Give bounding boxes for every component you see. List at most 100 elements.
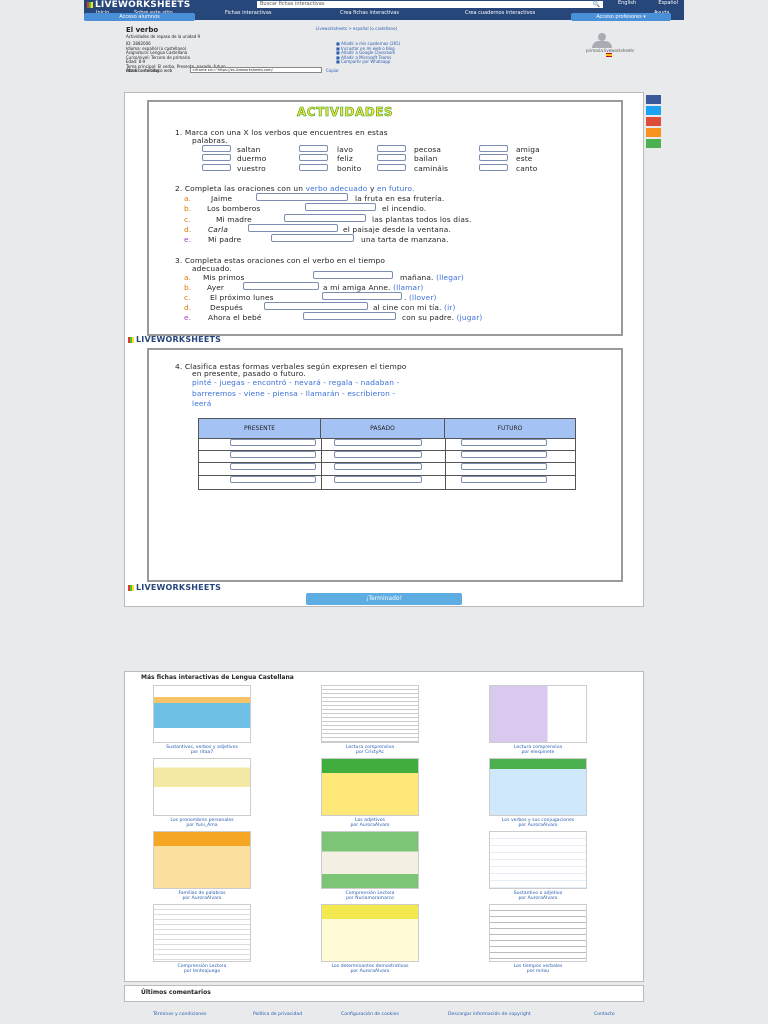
- checkbox-pecosa[interactable]: [377, 145, 406, 152]
- menu-create[interactable]: Crea fichas interactivas: [340, 9, 399, 18]
- item-letter: e.: [184, 235, 192, 244]
- worksheet-thumbnail[interactable]: [153, 904, 251, 962]
- worksheet-thumbnail[interactable]: [153, 685, 251, 743]
- answer-input[interactable]: [334, 451, 422, 458]
- answer-input[interactable]: [271, 234, 354, 242]
- worksheet-caption[interactable]: Los pronombres personales por Yuni_Ama: [142, 818, 262, 828]
- worksheet-caption[interactable]: Sustantivos, verbos y adjetivos por ritaa…: [142, 745, 262, 755]
- answer-input[interactable]: [230, 476, 316, 483]
- sentence-end: mañana. (llegar): [400, 273, 464, 282]
- worksheet-thumbnail[interactable]: [489, 831, 587, 889]
- question-4-cont: en presente, pasado o futuro.: [192, 369, 306, 378]
- worksheet-thumbnail[interactable]: [489, 904, 587, 962]
- embed-code-input[interactable]: <iframe src="https://es.liveworksheets.c…: [190, 67, 322, 73]
- site-logo[interactable]: LIVEWORKSHEETS: [87, 1, 190, 10]
- answer-input[interactable]: [230, 439, 316, 446]
- table-header-past: PASADO: [321, 419, 445, 438]
- menu-notebooks[interactable]: Crea cuadernos interactivos: [465, 9, 535, 18]
- item-letter: a.: [184, 273, 192, 282]
- worksheet-thumbnail[interactable]: [321, 758, 419, 816]
- checkbox-bonito[interactable]: [299, 164, 328, 171]
- answer-input[interactable]: [284, 214, 366, 222]
- finish-button[interactable]: ¡Terminado!: [306, 593, 462, 605]
- answer-input[interactable]: [313, 271, 393, 279]
- breadcrumb[interactable]: Liveworksheets > español (o castellano): [316, 26, 397, 31]
- answer-input[interactable]: [461, 476, 547, 483]
- answer-input[interactable]: [256, 193, 348, 201]
- verb-list: pinté - juegas - encontró - nevará - reg…: [192, 378, 400, 387]
- answer-input[interactable]: [461, 451, 547, 458]
- footer-contact[interactable]: Contacto: [594, 1012, 615, 1017]
- answer-input[interactable]: [305, 203, 376, 211]
- worksheet-caption[interactable]: Los determinantes demostrativos por Auror…: [310, 964, 430, 974]
- answer-input[interactable]: [334, 439, 422, 446]
- answer-input[interactable]: [461, 463, 547, 470]
- footer-terms[interactable]: Términos y condiciones: [153, 1012, 206, 1017]
- checkbox-este[interactable]: [479, 154, 508, 161]
- student-access-button[interactable]: Acceso alumnos: [84, 13, 195, 21]
- question-2: 2. Completa las oraciones con un verbo a…: [175, 184, 415, 193]
- menu-worksheets[interactable]: Fichas interactivas: [225, 9, 272, 18]
- checkbox-bailan[interactable]: [377, 154, 406, 161]
- worksheet-thumbnail[interactable]: [321, 904, 419, 962]
- answer-input[interactable]: [322, 292, 402, 300]
- checkbox-lavo[interactable]: [299, 145, 328, 152]
- twitter-icon[interactable]: [646, 106, 661, 115]
- answer-input[interactable]: [334, 463, 422, 470]
- checkbox-saltan[interactable]: [202, 145, 231, 152]
- sentence-start: Mi padre: [208, 235, 242, 244]
- google-plus-icon[interactable]: [646, 117, 661, 126]
- answer-input[interactable]: [230, 451, 316, 458]
- share-whatsapp[interactable]: ■ Compartir por Whatsapp: [336, 60, 400, 65]
- worksheet-thumbnail[interactable]: [321, 685, 419, 743]
- worksheet-caption[interactable]: Los adjetivos por AuroraAlvaro: [310, 818, 430, 828]
- worksheet-thumbnail[interactable]: [489, 685, 587, 743]
- avatar[interactable]: [592, 33, 612, 48]
- checkbox-vuestro[interactable]: [202, 164, 231, 171]
- item-letter: b.: [184, 283, 192, 292]
- worksheet-caption[interactable]: Sustantivo o adjetivo por AuroraAlvaro: [478, 891, 598, 901]
- footer-privacy[interactable]: Política de privacidad: [253, 1012, 302, 1017]
- answer-input[interactable]: [303, 312, 396, 320]
- worksheet-caption[interactable]: Familias de palabras por AuroraAlvaro: [142, 891, 262, 901]
- answer-input[interactable]: [461, 439, 547, 446]
- worksheet-caption[interactable]: Los verbos y sus conjugaciones por Aurora…: [478, 818, 598, 828]
- language-spanish[interactable]: Español: [658, 0, 678, 6]
- checkbox-amiga[interactable]: [479, 145, 508, 152]
- copy-button[interactable]: Copiar: [326, 68, 339, 73]
- item-letter: d.: [184, 303, 192, 312]
- word-label: este: [516, 154, 533, 163]
- social-buttons: [646, 95, 661, 150]
- question-1-cont: palabras.: [192, 136, 228, 145]
- language-english[interactable]: English: [618, 0, 636, 6]
- worksheet-caption[interactable]: Lectura comprensiva por CristyAc: [310, 745, 430, 755]
- sentence-end: el paisaje desde la ventana.: [343, 225, 451, 234]
- answer-input[interactable]: [243, 282, 319, 290]
- worksheet-thumbnail[interactable]: [153, 758, 251, 816]
- teacher-access-button[interactable]: Acceso profesores ▾: [571, 13, 671, 21]
- blog-icon[interactable]: [646, 128, 661, 137]
- facebook-icon[interactable]: [646, 95, 661, 104]
- answer-input[interactable]: [230, 463, 316, 470]
- embed-label: Añadir a mi blog o web: [126, 68, 173, 73]
- worksheet-caption[interactable]: Comprensión Lectora por Nuriamoramarco: [310, 891, 430, 901]
- worksheet-thumbnail[interactable]: [153, 831, 251, 889]
- checkbox-canto[interactable]: [479, 164, 508, 171]
- worksheet-caption[interactable]: Los tiempos verbales por mrlou: [478, 964, 598, 974]
- worksheet-thumbnail[interactable]: [489, 758, 587, 816]
- worksheet-subtitle: Actividades de repaso de la unidad 9: [126, 34, 201, 39]
- worksheet-caption[interactable]: Lectura comprensiva por elespinete: [478, 745, 598, 755]
- search-icon[interactable]: 🔍: [593, 1, 600, 8]
- classroom-icon[interactable]: [646, 139, 661, 148]
- checkbox-duermo[interactable]: [202, 154, 231, 161]
- worksheet-caption[interactable]: Comprensión Lectora por lenteajuego: [142, 964, 262, 974]
- checkbox-feliz[interactable]: [299, 154, 328, 161]
- worksheet-thumbnail[interactable]: [321, 831, 419, 889]
- footer-copyright[interactable]: Descargar información de copyright: [448, 1012, 531, 1017]
- answer-input[interactable]: [264, 302, 368, 310]
- search-input[interactable]: Buscar fichas interactivas 🔍: [257, 1, 603, 8]
- checkbox-camin[interactable]: [377, 164, 406, 171]
- answer-input[interactable]: [334, 476, 422, 483]
- footer-cookies[interactable]: Configuración de cookies: [341, 1012, 399, 1017]
- answer-input[interactable]: [248, 224, 338, 232]
